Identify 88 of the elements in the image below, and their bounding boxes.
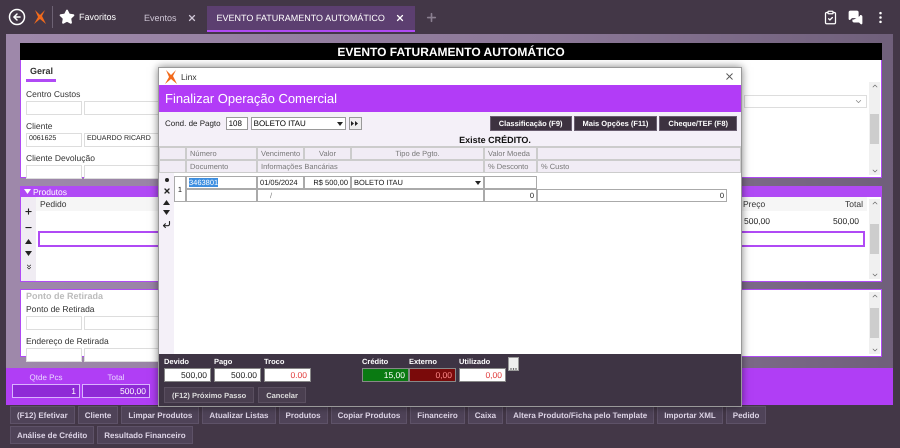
field-label: Cliente: [26, 121, 52, 131]
action-button[interactable]: Cliente: [78, 406, 118, 424]
input-field[interactable]: [26, 316, 82, 330]
down-icon[interactable]: [25, 251, 32, 256]
expand-icon[interactable]: [24, 263, 32, 272]
scrollbar-thumb[interactable]: [870, 308, 879, 338]
input-field[interactable]: [26, 165, 82, 179]
table-cell[interactable]: [484, 176, 537, 189]
chevron-down-icon[interactable]: [870, 271, 878, 279]
chevron-up-icon[interactable]: [870, 82, 878, 90]
scrollbar[interactable]: [869, 292, 880, 354]
input-field[interactable]: [26, 348, 82, 362]
amount-field[interactable]: 500,00: [164, 368, 211, 382]
credit-notice: Existe CRÉDITO.: [159, 133, 741, 146]
field-label: Centro Custos: [26, 89, 80, 99]
total-label: Total: [108, 373, 124, 382]
caret-icon: [336, 122, 343, 126]
chevron-down-icon[interactable]: [870, 346, 878, 354]
column-header: Pedido: [40, 199, 68, 209]
table-cell: 500,00: [833, 216, 859, 226]
column-header: Preço: [743, 199, 766, 209]
field-label: Cond. de Pagto: [165, 119, 221, 128]
section-title: Produtos: [33, 186, 68, 196]
amount-field[interactable]: 15,00: [362, 368, 409, 382]
scrollbar-thumb[interactable]: [870, 114, 879, 144]
dot-icon[interactable]: [164, 178, 168, 182]
action-button[interactable]: Altera Produto/Ficha pelo Template: [506, 406, 654, 424]
back-icon[interactable]: [8, 8, 26, 26]
code-field[interactable]: 108: [226, 117, 248, 130]
amount-field[interactable]: 0,00: [409, 368, 456, 382]
section-tab[interactable]: Geral: [26, 64, 56, 82]
action-button[interactable]: (F12) Efetivar: [10, 406, 75, 424]
caret-icon: [24, 189, 31, 194]
plus-icon[interactable]: [424, 10, 438, 24]
action-button[interactable]: Resultado Financeiro: [97, 426, 193, 444]
enter-icon[interactable]: [162, 220, 171, 229]
action-button[interactable]: Importar XML: [657, 406, 723, 424]
amount-field[interactable]: 0.00: [264, 368, 311, 382]
tab[interactable]: Eventos: [134, 6, 207, 32]
chevron-up-icon[interactable]: [870, 199, 878, 207]
clipboard-icon[interactable]: [823, 10, 838, 24]
dropdown-field[interactable]: [744, 95, 867, 108]
action-button[interactable]: Caixa: [468, 406, 504, 424]
field-label: Endereço de Retirada: [26, 336, 109, 346]
chevron-up-icon[interactable]: [870, 292, 878, 300]
input-field[interactable]: [26, 101, 82, 115]
action-button[interactable]: Limpar Produtos: [121, 406, 200, 424]
table-cell: 500,00: [744, 216, 770, 226]
amount-field[interactable]: 0,00: [459, 368, 506, 382]
total-label: Qtde Pcs: [30, 373, 62, 382]
add-icon[interactable]: [24, 206, 33, 216]
close-icon[interactable]: [724, 71, 735, 82]
action-button[interactable]: Atualizar Listas: [202, 406, 276, 424]
star-icon[interactable]: [59, 9, 75, 25]
logo-icon: [165, 70, 177, 84]
action-button[interactable]: Produtos: [278, 406, 328, 424]
delete-icon[interactable]: [162, 187, 170, 195]
select-field[interactable]: BOLETO ITAU: [250, 117, 346, 130]
total-field: 1: [12, 384, 80, 398]
scrollbar[interactable]: [869, 82, 880, 175]
close-icon[interactable]: [186, 13, 197, 23]
field-label: Ponto de Retirada: [26, 304, 95, 314]
action-button[interactable]: Pedido: [726, 406, 766, 424]
chat-icon[interactable]: [848, 10, 863, 24]
scrollbar-thumb[interactable]: [870, 224, 879, 254]
action-button[interactable]: Copiar Produtos: [330, 406, 408, 424]
chevron-down-icon[interactable]: [870, 167, 878, 175]
amount-field[interactable]: 500.00: [214, 368, 261, 382]
form-title: EVENTO FATURAMENTO AUTOMÁTICO: [20, 43, 882, 60]
close-icon[interactable]: [394, 13, 405, 23]
fast-forward-icon: [351, 121, 360, 126]
dialog-heading: Finalizar Operação Comercial: [159, 85, 741, 112]
field-label: Cliente Devolução: [26, 153, 95, 163]
table-cell[interactable]: [186, 189, 257, 202]
group-legend: Ponto de Retirada: [26, 291, 104, 301]
dialog-title: Linx: [181, 72, 197, 82]
total-field: 500,00: [82, 384, 150, 398]
chevron-down-icon: [854, 97, 863, 106]
favorites-link[interactable]: Favoritos: [79, 12, 116, 22]
up-icon[interactable]: [25, 238, 32, 244]
tab[interactable]: EVENTO FATURAMENTO AUTOMÁTICO: [206, 6, 415, 32]
column-header: Total: [845, 199, 863, 209]
action-button[interactable]: Análise de Crédito: [10, 426, 94, 444]
up-icon[interactable]: [163, 200, 170, 205]
scrollbar[interactable]: [869, 199, 880, 279]
logo-icon: [34, 10, 46, 24]
forward-button[interactable]: [348, 117, 362, 130]
action-button[interactable]: Financeiro: [410, 406, 465, 424]
